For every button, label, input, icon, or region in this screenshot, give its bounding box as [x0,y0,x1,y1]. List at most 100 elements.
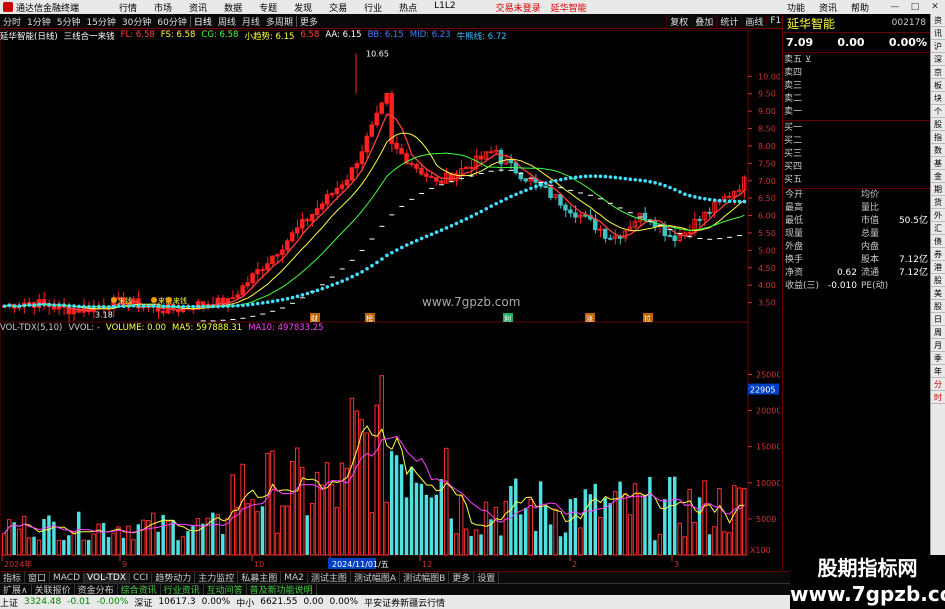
vol-bar [429,497,434,555]
side-tab-25[interactable]: 月 [931,339,945,352]
right-menu-1[interactable]: 资讯 [819,1,837,14]
kline-chart[interactable]: 10.00 9.50 9.00 8.50 8.00 7.50 7.00 6.50 6.00 5.5… [0,30,780,571]
side-tab-22[interactable]: 股 [931,300,945,313]
tab-8[interactable]: MA2 [281,572,308,583]
menu-0[interactable]: 行情 [119,1,137,14]
candle-body [488,151,494,154]
menu-2[interactable]: 资讯 [189,1,207,14]
minimize-icon[interactable]: — [885,2,905,12]
side-tab-11[interactable]: 基 [931,157,945,170]
close-icon[interactable]: ✕ [925,2,945,12]
side-tab-24[interactable]: 周 [931,326,945,339]
tab-4[interactable]: CCI [130,572,153,583]
side-tab-15[interactable]: 外 [931,209,945,222]
bullbear-dot [295,294,300,299]
side-tab-18[interactable]: 券 [931,248,945,261]
side-tab-7[interactable]: 个 [931,105,945,118]
side-tab-3[interactable]: 深 [931,53,945,66]
vol-bar [453,533,459,556]
price-axis-label: 3.50 [758,299,776,308]
toolbar-action-3[interactable]: 画线 [741,14,766,28]
right-menu-0[interactable]: 功能 [787,1,805,14]
volume-indicator-legend: VOL-TDX(5,10) VVOL: - VOLUME: 0.00 MA5: 597… [0,323,750,335]
toolbar-action-2[interactable]: 统计 [716,14,741,28]
bullbear-dot [62,303,66,308]
period-7[interactable]: 周线 [215,15,239,28]
vol-bar [96,523,101,556]
period-2[interactable]: 5分钟 [54,15,84,28]
indicator-0: FL: 6.58 [120,30,155,40]
bullbear-dot [668,185,672,190]
menu-8[interactable]: 热点 [399,1,417,14]
vol-bar [737,487,742,556]
bullbear-dot [365,266,369,271]
maximize-icon[interactable]: □ [905,2,925,12]
vol-bar [583,489,588,555]
period-8[interactable]: 月线 [239,15,263,28]
side-tab-9[interactable]: 指 [931,131,945,144]
tab-2[interactable]: MACD [50,572,85,583]
candle-body [543,185,548,188]
side-tab-26[interactable]: 季 [931,352,945,365]
side-tab-17[interactable]: 债 [931,235,945,248]
period-9[interactable]: 多周期 [263,15,296,28]
tab-3[interactable]: VOL-TDX [84,572,130,583]
side-tab-4[interactable]: 京 [931,66,945,79]
bullbear-dot [171,304,176,309]
bullbear-dot [22,303,27,308]
menu-9[interactable]: L1L2 [434,1,455,14]
menu-1[interactable]: 市场 [154,1,172,14]
bullbear-dot [241,303,245,308]
side-tab-20[interactable]: 股 [931,274,945,287]
bullbear-dot [683,192,687,196]
period-0[interactable]: 分时 [0,15,24,28]
period-4[interactable]: 30分钟 [119,15,154,28]
candle-body [324,194,330,205]
side-tab-8[interactable]: 股 [931,118,945,131]
side-tab-12[interactable]: 金 [931,170,945,183]
period-10[interactable]: 更多 [297,15,321,28]
period-3[interactable]: 15分钟 [83,15,118,28]
side-tab-13[interactable]: 期 [931,183,945,196]
alert-1[interactable]: 延华智能 [551,1,587,14]
menu-3[interactable]: 数据 [224,1,242,14]
status-item-9: 0.00 [303,597,324,607]
candle-body [245,282,250,287]
period-5[interactable]: 60分钟 [154,15,189,28]
side-tab-14[interactable]: 货 [931,196,945,209]
menu-7[interactable]: 行业 [364,1,382,14]
side-tab-16[interactable]: 汇 [931,222,945,235]
ask-level-4: 卖一 [784,107,803,117]
bullbear-dot [673,187,677,192]
vol-bar [91,533,96,556]
bid-level-0: 买一 [784,123,803,133]
side-tab-21[interactable]: 美 [931,287,945,300]
status-item-7: 中小 [236,598,255,609]
menu-4[interactable]: 专题 [259,1,277,14]
menu-5[interactable]: 发现 [294,1,312,14]
vol-bar [702,480,707,556]
side-tab-10[interactable]: 数 [931,144,945,157]
alert-0[interactable]: 交易未登录 [496,1,541,14]
side-tab-29[interactable]: 时 [931,391,945,404]
menu-6[interactable]: 交易 [329,1,347,14]
side-tab-6[interactable]: 块 [931,92,945,105]
candle-body [364,135,370,153]
toolbar-action-0[interactable]: 复权 [666,14,691,28]
stat-value-2 [887,202,928,215]
bullbear-dot [459,219,464,223]
side-tab-5[interactable]: 板 [931,79,945,92]
side-tab-19[interactable]: 港 [931,261,945,274]
period-1[interactable]: 1分钟 [24,15,54,28]
bullbear-dot [111,304,116,309]
side-tab-27[interactable]: 年 [931,365,945,378]
candle-body [429,175,434,178]
toolbar-action-1[interactable]: 叠加 [691,14,716,28]
side-tab-2[interactable]: 沪 [931,40,945,53]
period-6[interactable]: 日线 [191,15,215,28]
side-tab-1[interactable]: 讯 [931,27,945,40]
side-tab-0[interactable]: 资 [931,14,945,27]
right-menu-2[interactable]: 帮助 [851,1,869,14]
side-tab-28[interactable]: 分 [931,378,945,391]
side-tab-23[interactable]: 日 [931,313,945,326]
